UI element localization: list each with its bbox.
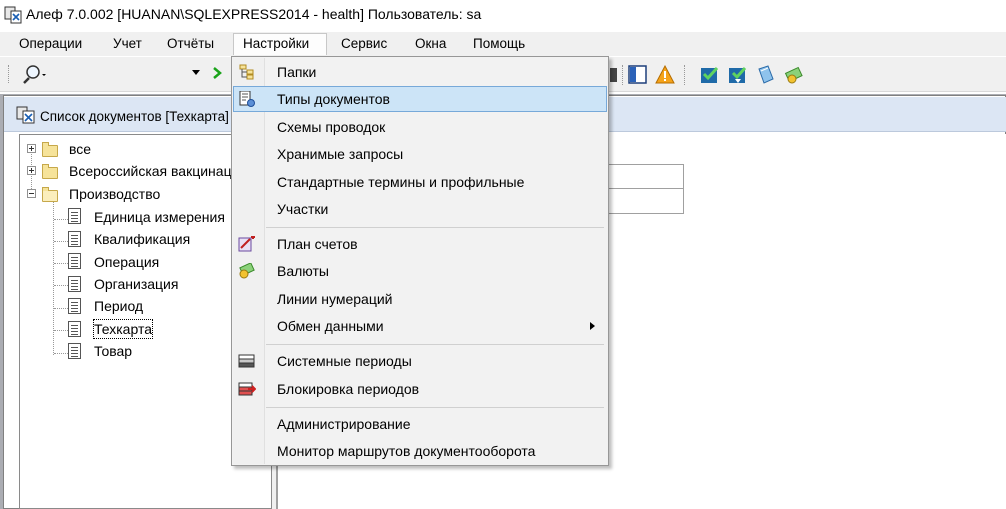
panel-icon[interactable] [628, 65, 648, 85]
menu-item-administration[interactable]: Администрирование [233, 411, 607, 437]
tree-node-production[interactable]: Производство [69, 185, 160, 203]
tree-connector [54, 353, 68, 354]
tree-collapse-button[interactable] [27, 189, 36, 198]
menu-item-label: Валюты [277, 263, 329, 279]
menu-accounting[interactable]: Учет [113, 35, 142, 53]
menu-item-currencies[interactable]: Валюты [233, 258, 607, 284]
document-icon [68, 298, 81, 314]
menu-item-label: Схемы проводок [277, 119, 386, 135]
document-list-icon [16, 106, 35, 124]
document-icon [68, 231, 81, 247]
folder-icon [42, 142, 58, 157]
menu-item-system-periods[interactable]: Системные периоды [233, 348, 607, 374]
menu-operations[interactable]: Операции [19, 35, 82, 53]
tree-node-period[interactable]: Период [94, 297, 143, 315]
toolbar-separator [684, 65, 686, 85]
toolbar-separator [622, 65, 624, 85]
menu-separator [266, 407, 604, 408]
check-icon[interactable] [700, 65, 720, 85]
menu-item-label: Блокировка периодов [277, 381, 420, 397]
document-icon [68, 253, 81, 269]
tree-connector [54, 285, 68, 286]
menubar: Операции Учет Отчёты Настройки Сервис Ок… [0, 32, 1006, 56]
menu-item-sites[interactable]: Участки [233, 196, 607, 222]
tree-expand-button[interactable] [27, 166, 36, 175]
coins-icon [239, 263, 255, 279]
go-arrow-icon[interactable] [212, 67, 222, 79]
menu-item-label: План счетов [277, 236, 358, 252]
menu-item-workflow-monitor[interactable]: Монитор маршрутов документооборота [233, 438, 607, 464]
chevron-down-icon[interactable] [192, 70, 200, 76]
menu-item-label: Монитор маршрутов документооборота [277, 443, 536, 459]
menu-item-label: Стандартные термины и профильные [277, 174, 525, 190]
menu-item-lock-periods[interactable]: Блокировка периодов [233, 376, 607, 402]
menu-item-data-exchange[interactable]: Обмен данными [233, 313, 607, 339]
document-icon [68, 276, 81, 292]
lock-periods-icon [238, 382, 256, 396]
menu-item-label: Хранимые запросы [277, 146, 404, 162]
check-download-icon[interactable] [728, 65, 748, 85]
toolbar-grip [8, 65, 11, 83]
menu-separator [266, 227, 604, 228]
settings-dropdown-menu: Папки Типы документов Схемы проводок Хра… [231, 56, 609, 466]
tree-connector [54, 330, 68, 331]
tree-connector [54, 219, 68, 220]
document-icon [68, 208, 81, 224]
menu-help[interactable]: Помощь [473, 35, 525, 53]
folder-tree-icon [239, 64, 254, 80]
menu-item-stored-queries[interactable]: Хранимые запросы [233, 141, 607, 167]
tree-node-unit[interactable]: Единица измерения [94, 208, 225, 226]
tree-node-all[interactable]: все [69, 140, 91, 158]
menu-item-folders[interactable]: Папки [233, 59, 607, 85]
menu-windows[interactable]: Окна [415, 35, 446, 53]
menu-service[interactable]: Сервис [341, 35, 387, 53]
toolbar-window-icon[interactable] [610, 67, 618, 83]
app-icon [4, 6, 22, 24]
open-folder-icon [42, 187, 58, 202]
child-window-title: Список документов [Техкарта] [40, 109, 229, 124]
menu-item-label: Папки [277, 64, 317, 80]
document-icon [68, 343, 81, 359]
menu-settings[interactable]: Настройки [243, 35, 309, 53]
menu-item-standard-terms[interactable]: Стандартные термины и профильные [233, 169, 607, 195]
document-settings-icon [239, 91, 255, 107]
tree-node-qualification[interactable]: Квалификация [94, 230, 190, 248]
menu-item-label: Обмен данными [277, 318, 384, 334]
search-icon[interactable] [22, 64, 48, 84]
tree-node-vaccination[interactable]: Всероссийская вакцинация [69, 162, 247, 180]
menu-item-label: Участки [277, 201, 329, 217]
menu-item-chart-of-accounts[interactable]: План счетов [233, 231, 607, 257]
tree-node-techcard[interactable]: Техкарта [93, 319, 153, 339]
tree-connector [54, 241, 68, 242]
system-periods-icon [238, 354, 255, 368]
menu-item-label: Администрирование [277, 416, 411, 432]
menu-item-label: Линии нумераций [277, 291, 393, 307]
menu-item-label: Типы документов [277, 91, 390, 107]
folder-icon [42, 164, 58, 179]
menu-reports[interactable]: Отчёты [167, 35, 214, 53]
book-icon[interactable] [756, 65, 776, 85]
menu-item-document-types[interactable]: Типы документов [233, 86, 607, 112]
submenu-arrow-icon [590, 322, 595, 330]
tree-connector [53, 201, 54, 355]
chart-of-accounts-icon [238, 236, 255, 252]
tree-node-goods[interactable]: Товар [94, 342, 132, 360]
tree-node-operation[interactable]: Операция [94, 253, 159, 271]
menu-item-label: Системные периоды [277, 353, 412, 369]
grid-line [683, 164, 684, 214]
tree-connector [54, 308, 68, 309]
menu-item-posting-schemes[interactable]: Схемы проводок [233, 114, 607, 140]
tree-expand-button[interactable] [27, 144, 36, 153]
window-title: Алеф 7.0.002 [HUANAN\SQLEXPRESS2014 - he… [26, 6, 482, 22]
document-icon [68, 321, 81, 337]
coins-icon[interactable] [784, 65, 806, 85]
tree-connector [54, 263, 68, 264]
tree-node-organization[interactable]: Организация [94, 275, 178, 293]
menu-item-numbering-lines[interactable]: Линии нумераций [233, 286, 607, 312]
menu-separator [266, 344, 604, 345]
warning-icon[interactable] [655, 65, 675, 85]
